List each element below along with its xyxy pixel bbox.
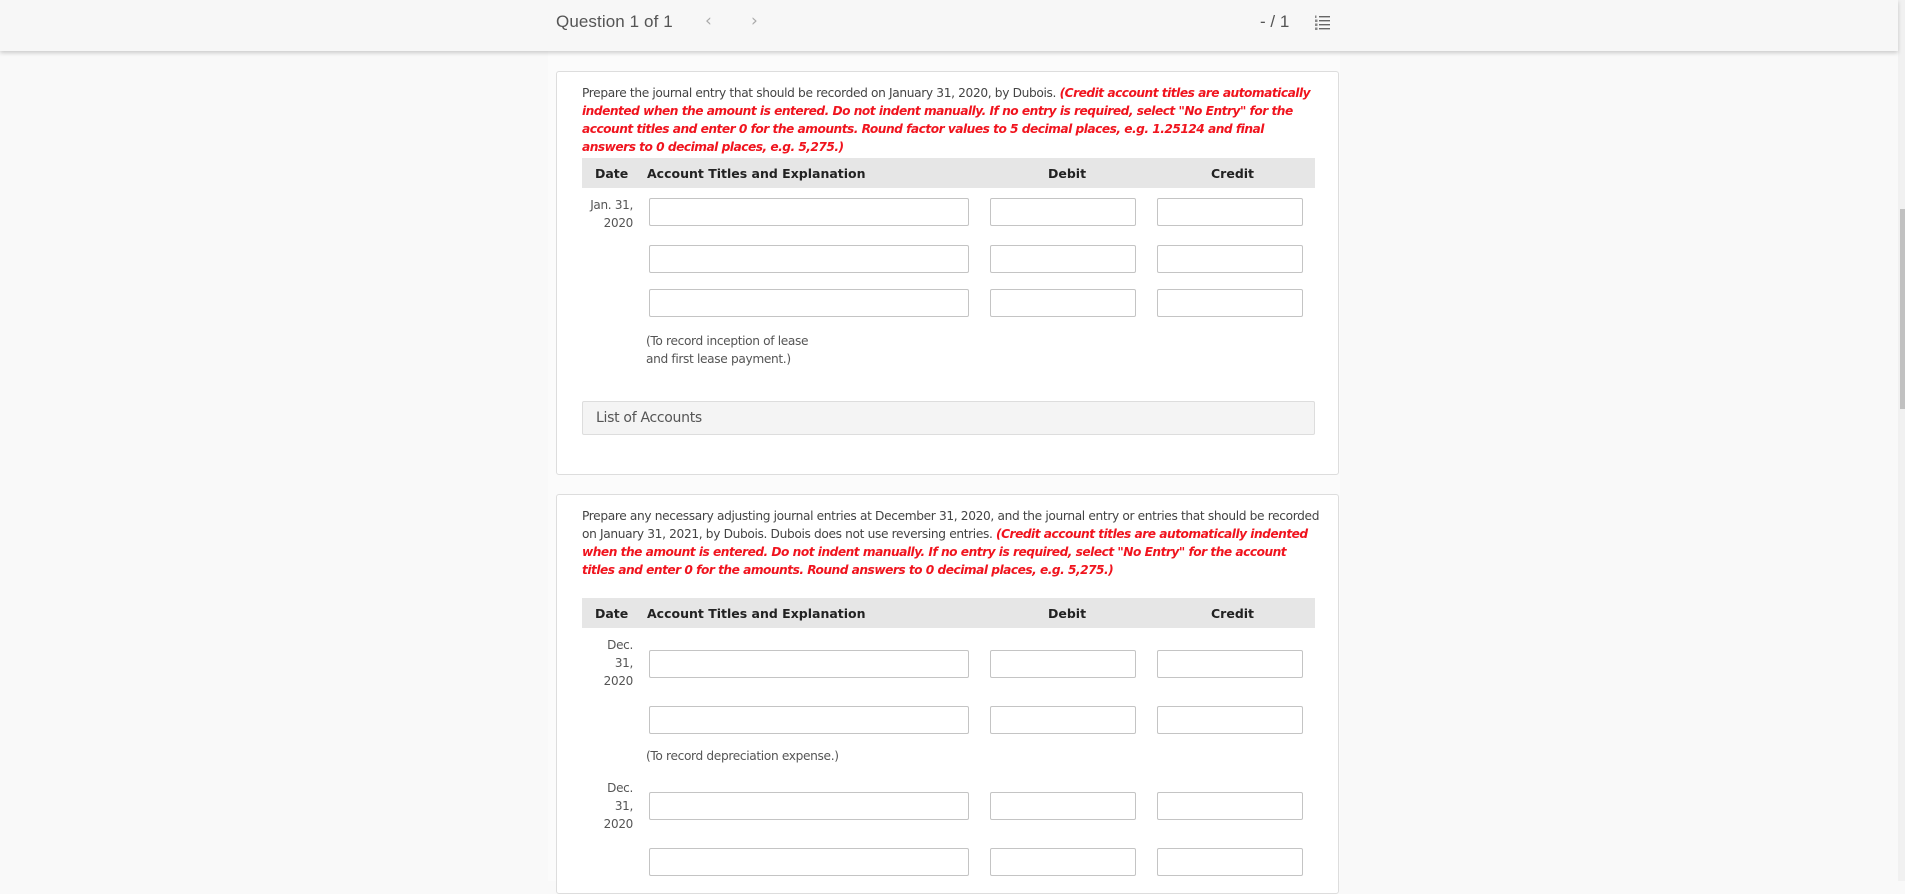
entry-date: Dec. 31, 2020 [583,636,634,690]
entry-date-month: Dec. [607,781,633,795]
credit-input[interactable] [1157,289,1303,317]
account-title-input[interactable] [649,198,969,226]
debit-input[interactable] [990,848,1136,876]
chevron-left-icon: ‹ [705,11,712,31]
part1-prompt-text: Prepare the journal entry that should be… [582,86,1060,100]
explanation-line: (To record inception of lease [646,334,809,348]
question-counter: Question 1 of 1 [556,12,673,31]
entry-explanation: (To record depreciation expense.) [646,749,839,763]
account-title-input[interactable] [649,245,969,273]
credit-input[interactable] [1157,706,1303,734]
page-scrollbar-track[interactable] [1898,0,1905,881]
column-header-account: Account Titles and Explanation [647,166,866,181]
credit-input[interactable] [1157,245,1303,273]
account-title-input[interactable] [649,792,969,820]
account-title-input[interactable] [649,848,969,876]
entry-date-day: 31, [614,656,633,670]
account-title-input[interactable] [649,650,969,678]
entry-date: Jan. 31, 2020 [583,196,633,232]
account-title-input[interactable] [649,289,969,317]
debit-input[interactable] [990,792,1136,820]
part1-table-header: Date Account Titles and Explanation Debi… [582,158,1315,188]
entry-date-year: 2020 [603,674,634,688]
credit-input[interactable] [1157,198,1303,226]
list-of-accounts-button[interactable]: List of Accounts [582,401,1315,435]
column-header-debit: Debit [1048,166,1087,181]
explanation-line: and first lease payment.) [646,352,791,366]
entry-date-year: 2020 [603,817,634,831]
column-header-account: Account Titles and Explanation [647,606,866,621]
entry-date-month: Dec. [607,638,633,652]
account-title-input[interactable] [649,706,969,734]
journal-entry-part-2: Prepare any necessary adjusting journal … [556,494,1339,894]
entry-date-day: 31, [614,799,633,813]
score-display: - / 1 [1260,12,1290,31]
credit-input[interactable] [1157,792,1303,820]
numbered-list-icon [1315,15,1330,30]
part2-table-header: Date Account Titles and Explanation Debi… [582,598,1315,628]
entry-date: Dec. 31, 2020 [583,779,634,833]
page-scrollbar-thumb[interactable] [1900,209,1905,409]
entry-date-text: Jan. 31, 2020 [590,198,633,230]
previous-question-button[interactable]: ‹ [705,11,712,31]
question-list-button[interactable] [1314,14,1330,30]
column-header-date: Date [595,606,629,621]
part2-instructions: Prepare any necessary adjusting journal … [582,507,1322,579]
entry-explanation: (To record inception of lease and first … [646,332,809,368]
column-header-credit: Credit [1211,166,1255,181]
chevron-right-icon: › [751,11,758,31]
debit-input[interactable] [990,245,1136,273]
next-question-button[interactable]: › [751,11,758,31]
column-header-debit: Debit [1048,606,1087,621]
credit-input[interactable] [1157,650,1303,678]
question-header-bar: Question 1 of 1 ‹ › - / 1 [0,0,1898,51]
debit-input[interactable] [990,706,1136,734]
column-header-date: Date [595,166,629,181]
debit-input[interactable] [990,198,1136,226]
column-header-credit: Credit [1211,606,1255,621]
debit-input[interactable] [990,289,1136,317]
part1-instructions: Prepare the journal entry that should be… [582,84,1317,156]
journal-entry-part-1: Prepare the journal entry that should be… [556,71,1339,475]
credit-input[interactable] [1157,848,1303,876]
debit-input[interactable] [990,650,1136,678]
